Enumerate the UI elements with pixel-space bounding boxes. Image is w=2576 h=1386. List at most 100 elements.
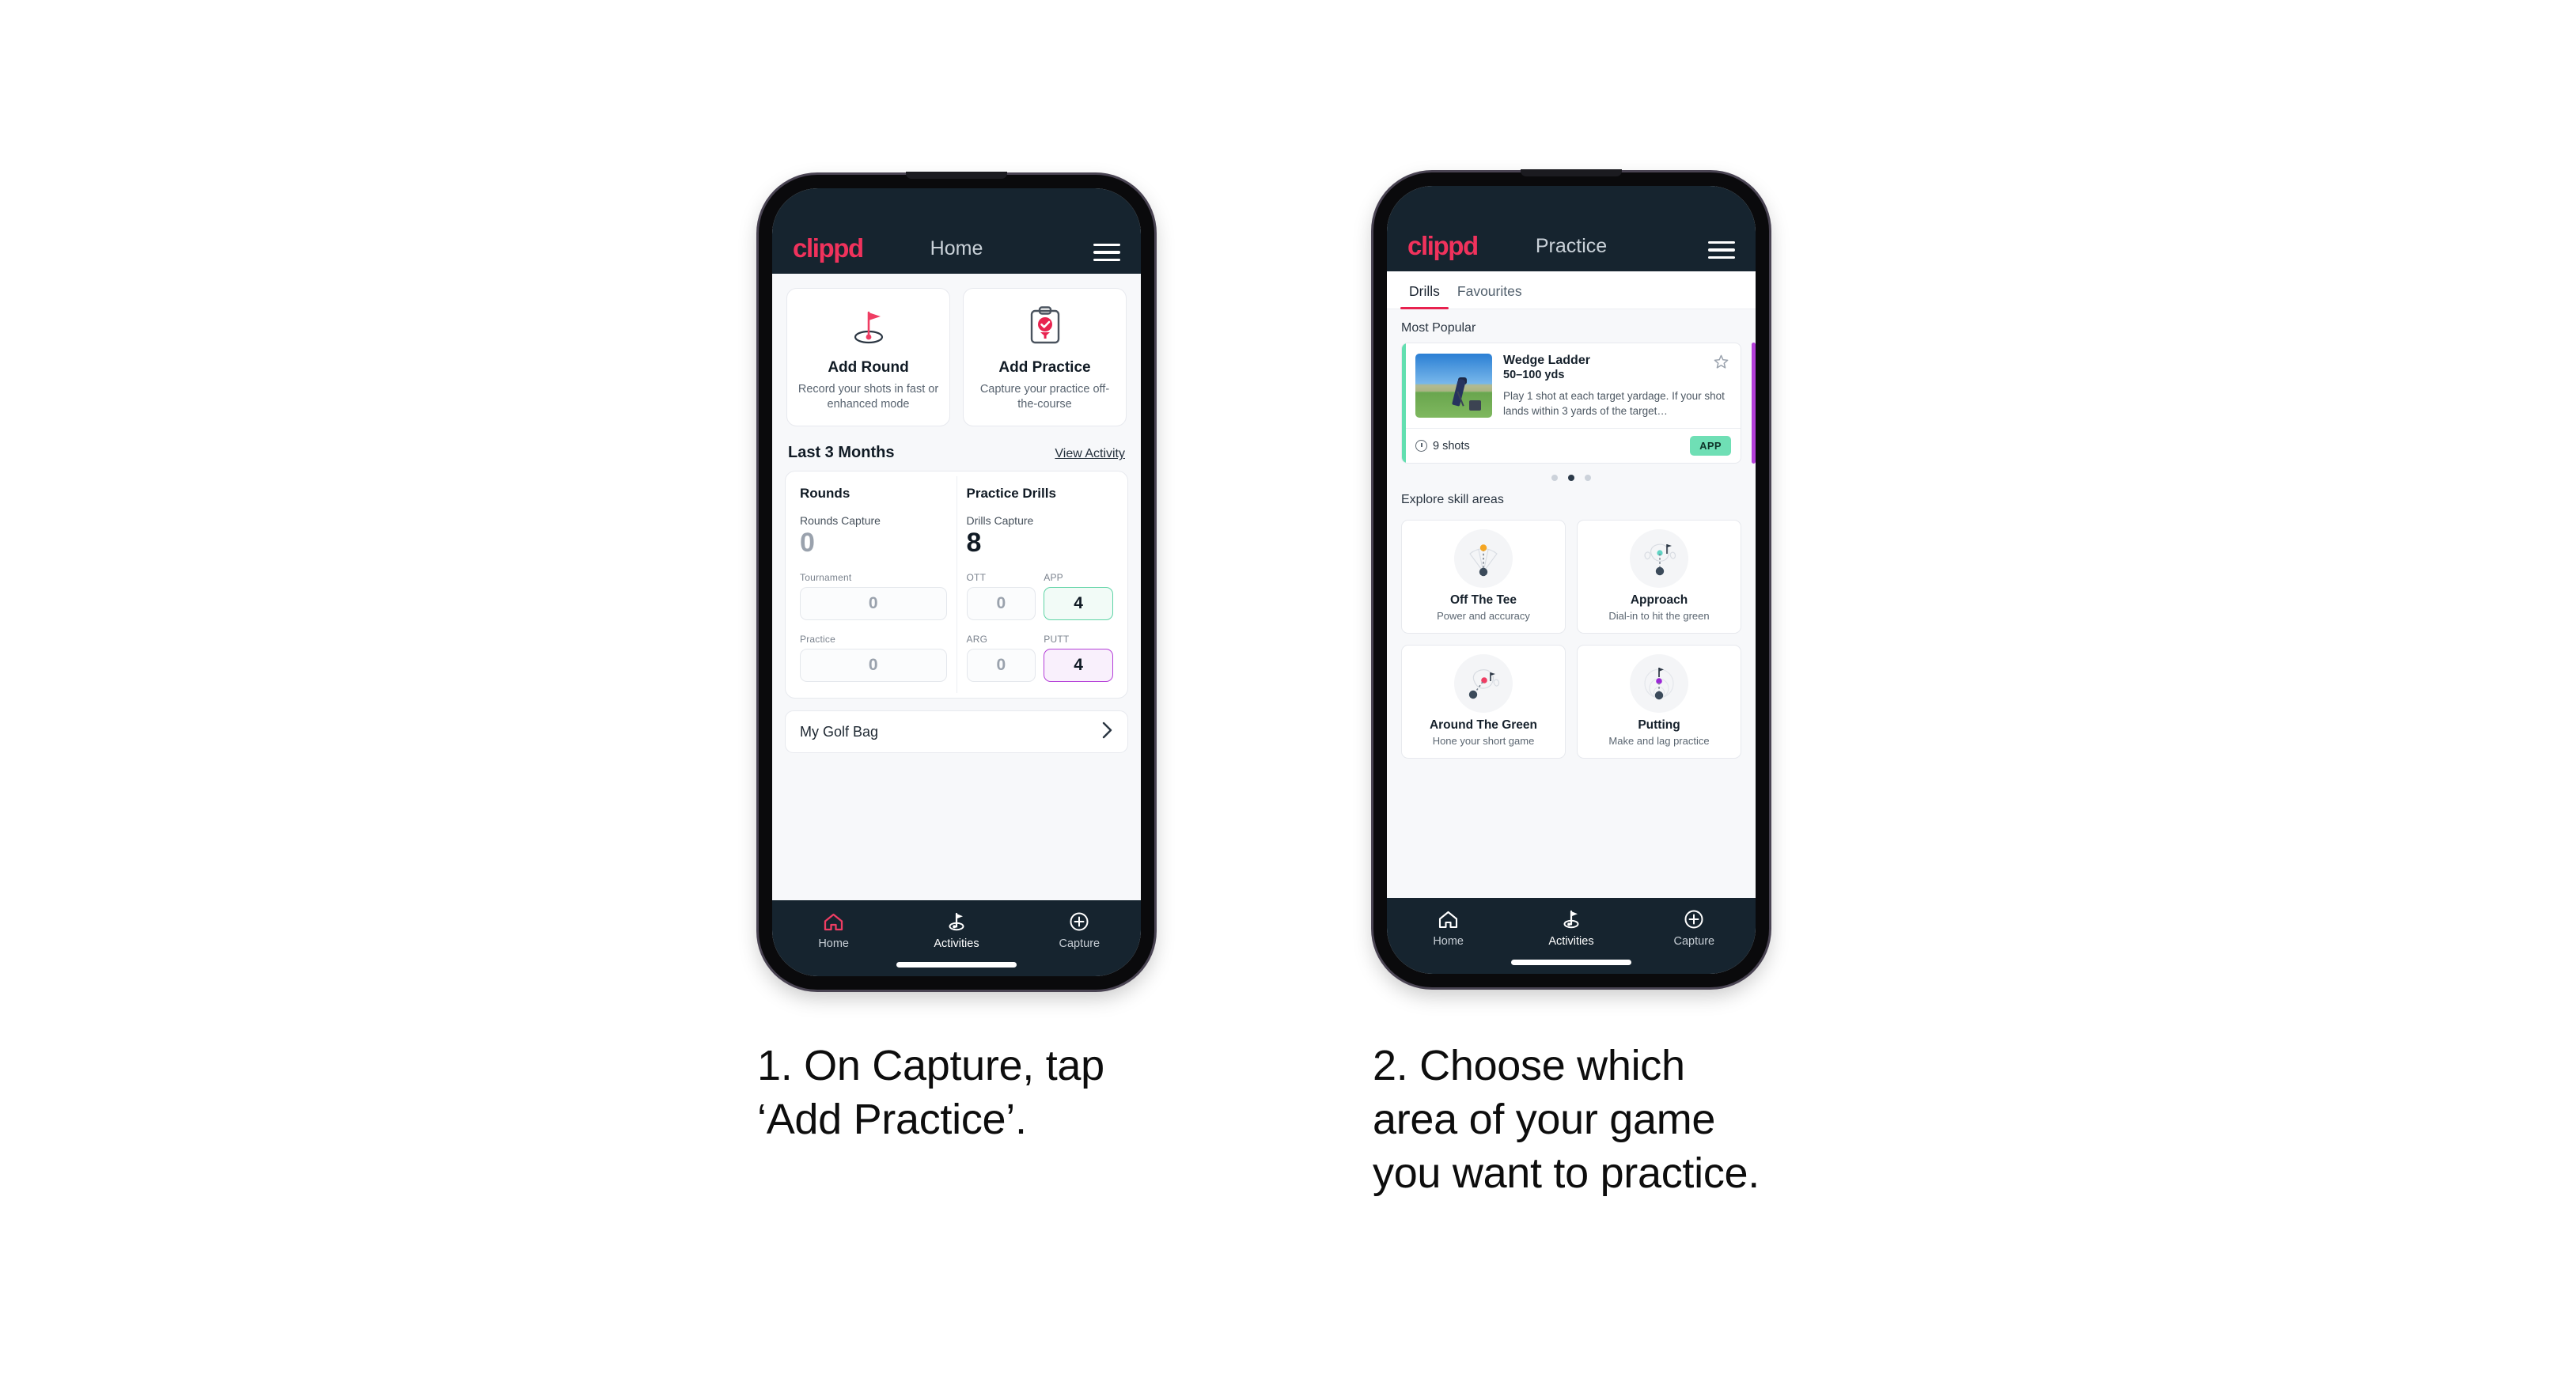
metric-app-label: APP [1044, 572, 1063, 584]
add-practice-sub: Capture your practice off-the-course [979, 383, 1110, 411]
tab-home[interactable]: Home [1387, 909, 1510, 948]
skill-name: Around The Green [1429, 718, 1538, 733]
skill-name: Off The Tee [1449, 593, 1517, 608]
phone-mockup-practice: clippd Practice Drills Favourites Most P… [1373, 169, 1769, 987]
drills-row-1: OTT 0 APP 4 [966, 572, 1113, 621]
golf-flag-icon [1560, 909, 1582, 930]
add-practice-title: Add Practice [998, 359, 1091, 376]
metric-tournament-label: Tournament [800, 572, 852, 584]
phone-notch [906, 172, 1007, 179]
metric-app-value[interactable]: 4 [1044, 587, 1113, 621]
home-indicator [896, 962, 1017, 968]
quick-action-row: Add Round Record your shots in fast or e… [772, 274, 1141, 427]
practice-drills-column: Practice Drills Drills Capture 8 OTT 0 A… [956, 476, 1123, 694]
tab-capture-label: Capture [1673, 935, 1715, 948]
clippd-logo[interactable]: clippd [793, 235, 864, 261]
skill-card-off-the-tee[interactable]: Off The Tee Power and accuracy [1401, 520, 1566, 634]
skill-sub: Power and accuracy [1437, 610, 1530, 623]
drill-card-wedge-ladder[interactable]: Wedge Ladder 50–100 yds Play 1 shot at e… [1401, 343, 1741, 464]
drill-yardage: 50–100 yds [1503, 369, 1565, 381]
golf-flag-hole-icon [795, 304, 941, 348]
phone2-content: Most Popular Wedge Ladder 50–100 yds Pla… [1387, 309, 1756, 898]
skill-sub: Make and lag practice [1608, 735, 1710, 748]
chevron-right-icon [1101, 721, 1113, 744]
clippd-logo[interactable]: clippd [1407, 233, 1479, 259]
home-indicator [1511, 960, 1631, 965]
drills-capture-value: 8 [966, 528, 982, 559]
skill-sub: Dial-in to hit the green [1608, 610, 1710, 623]
phone2-screen: clippd Practice Drills Favourites Most P… [1387, 186, 1756, 974]
tab-drills[interactable]: Drills [1400, 271, 1449, 309]
hamburger-icon[interactable] [1093, 243, 1120, 261]
tab-favourites[interactable]: Favourites [1449, 271, 1531, 309]
skill-name: Approach [1630, 593, 1688, 608]
tab-activities-label: Activities [1548, 935, 1594, 948]
skill-sub: Hone your short game [1432, 735, 1535, 748]
metric-practice-value[interactable]: 0 [800, 649, 947, 683]
section-title: Last 3 Months [788, 444, 895, 462]
caption-step-2: 2. Choose which area of your game you wa… [1373, 1042, 1760, 1198]
drills-heading: Practice Drills [966, 486, 1056, 502]
drill-info: Wedge Ladder 50–100 yds Play 1 shot at e… [1503, 354, 1731, 418]
skill-card-approach[interactable]: Approach Dial-in to hit the green [1577, 520, 1741, 634]
drill-card-footer: 9 shots APP [1402, 428, 1741, 463]
tab-home-label: Home [818, 937, 849, 950]
skill-name: Putting [1638, 718, 1680, 733]
carousel-dot[interactable] [1551, 475, 1558, 482]
phone-notch [1521, 169, 1622, 176]
metric-app: APP 4 [1044, 572, 1113, 621]
hamburger-icon[interactable] [1708, 240, 1735, 259]
most-popular-label: Most Popular [1401, 321, 1476, 335]
drill-shots: 9 shots [1415, 440, 1470, 453]
poster-canvas: clippd Home Add Round Record your shots … [0, 0, 2576, 1386]
metric-tournament: Tournament 0 [800, 572, 947, 621]
phone1-screen: clippd Home Add Round Record your shots … [772, 188, 1141, 976]
metric-ott-value[interactable]: 0 [966, 587, 1036, 621]
skill-area-grid: Off The Tee Power and accuracy Approach … [1387, 514, 1756, 759]
bottom-tabbar: Home Activities Capture [1387, 898, 1756, 974]
clipboard-check-icon [972, 304, 1118, 348]
plus-circle-icon [1069, 911, 1089, 932]
metric-ott: OTT 0 [966, 572, 1036, 621]
tab-activities[interactable]: Activities [895, 911, 1017, 950]
add-round-title: Add Round [828, 359, 909, 376]
tab-capture[interactable]: Capture [1018, 911, 1141, 950]
tab-activities-label: Activities [934, 937, 979, 950]
metric-arg-value[interactable]: 0 [966, 649, 1036, 683]
explore-skill-areas-label: Explore skill areas [1401, 493, 1504, 507]
my-golf-bag-row[interactable]: My Golf Bag [785, 710, 1128, 754]
carousel-dot[interactable] [1585, 475, 1591, 482]
view-activity-link[interactable]: View Activity [1055, 447, 1125, 461]
metric-arg: ARG 0 [966, 634, 1036, 683]
metric-tournament-value[interactable]: 0 [800, 587, 947, 621]
stats-panel: Rounds Rounds Capture 0 Tournament 0 Pra… [785, 471, 1128, 699]
drill-carousel[interactable]: Wedge Ladder 50–100 yds Play 1 shot at e… [1387, 343, 1756, 464]
rounds-capture-label: Rounds Capture [800, 514, 881, 528]
putting-icon [1630, 654, 1688, 714]
tab-activities[interactable]: Activities [1510, 909, 1632, 948]
metric-putt-value[interactable]: 4 [1044, 649, 1113, 683]
add-practice-card[interactable]: Add Practice Capture your practice off-t… [963, 288, 1127, 427]
tab-home[interactable]: Home [772, 911, 895, 950]
bottom-tabbar: Home Activities Capture [772, 900, 1141, 976]
phone-mockup-home: clippd Home Add Round Record your shots … [759, 172, 1154, 990]
home-icon [1438, 909, 1459, 930]
plus-circle-icon [1684, 909, 1704, 930]
next-card-peek[interactable] [1752, 343, 1756, 464]
rounds-capture-value: 0 [800, 528, 815, 559]
rounds-tournament-row: Tournament 0 [800, 572, 947, 621]
drill-name: Wedge Ladder [1503, 354, 1590, 367]
tab-capture-label: Capture [1059, 937, 1100, 950]
add-round-card[interactable]: Add Round Record your shots in fast or e… [786, 288, 950, 427]
carousel-dot-active[interactable] [1568, 475, 1574, 482]
approach-icon [1630, 529, 1688, 589]
phone1-content: Add Round Record your shots in fast or e… [772, 274, 1141, 900]
rounds-practice-row: Practice 0 [800, 634, 947, 683]
skill-card-putting[interactable]: Putting Make and lag practice [1577, 645, 1741, 759]
star-outline-icon[interactable] [1713, 354, 1729, 373]
metric-practice: Practice 0 [800, 634, 947, 683]
tab-capture[interactable]: Capture [1633, 909, 1756, 948]
metric-putt: PUTT 4 [1044, 634, 1113, 683]
drill-card-body: Wedge Ladder 50–100 yds Play 1 shot at e… [1402, 343, 1741, 428]
skill-card-around-the-green[interactable]: Around The Green Hone your short game [1401, 645, 1566, 759]
